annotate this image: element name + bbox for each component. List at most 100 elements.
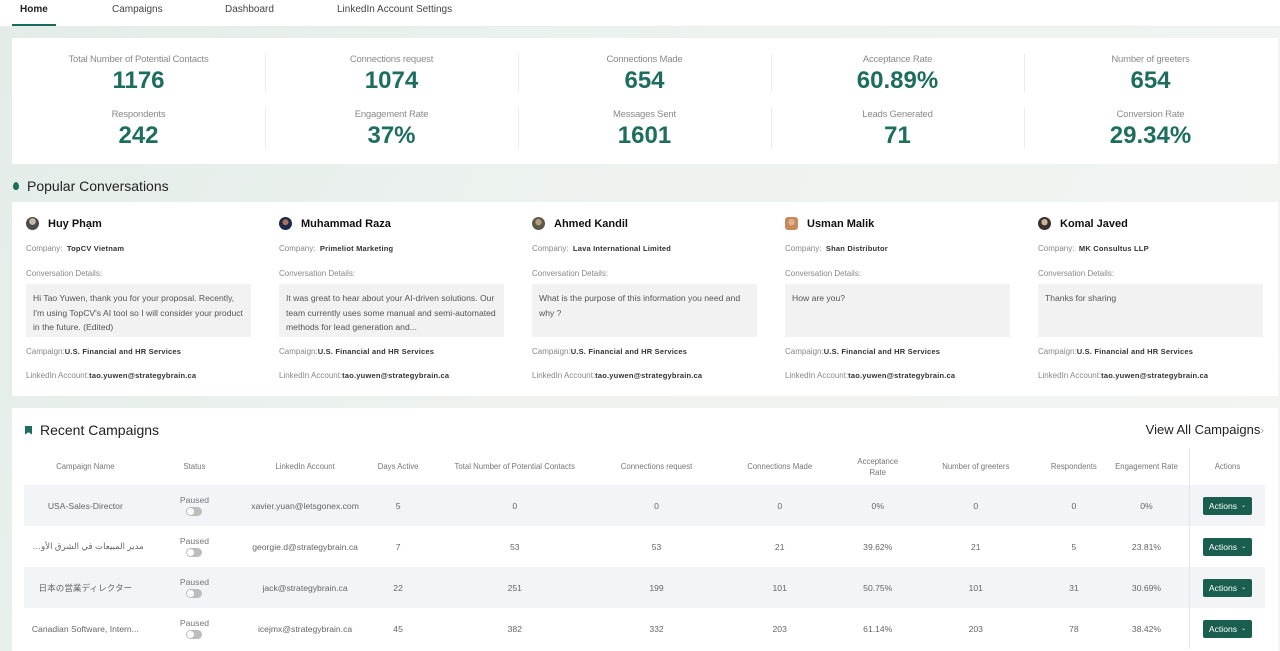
campaign-name[interactable]: 日本の営業ディレクター: [24, 567, 147, 608]
status-toggle[interactable]: [186, 507, 203, 516]
connections-request: 199: [601, 567, 712, 608]
stat-value: 37%: [367, 122, 416, 149]
status-toggle[interactable]: [186, 548, 203, 557]
status-toggle[interactable]: [186, 630, 203, 639]
stat-label: Acceptance Rate: [862, 54, 933, 65]
avatar: [279, 217, 292, 230]
campaign-name[interactable]: Canadian Software, Intern...: [24, 608, 147, 649]
campaign-row: Campaign:U.S. Financial and HR Services: [532, 347, 687, 356]
divider: [771, 108, 772, 148]
column-header[interactable]: Connections Made: [712, 448, 848, 485]
stat-label: Connections Made: [606, 54, 683, 65]
campaign-name[interactable]: USA-Sales-Director: [24, 485, 147, 526]
status-toggle[interactable]: [186, 589, 203, 598]
stat-value: 1176: [112, 67, 165, 94]
stats-panel: Total Number of Potential Contacts 1176 …: [12, 38, 1278, 164]
column-header[interactable]: Campaign Name: [24, 448, 147, 485]
conversation-message: What is the purpose of this information …: [532, 284, 757, 337]
greeters: 203: [968, 623, 983, 634]
acceptance-rate: 39.62%: [863, 541, 893, 552]
table-row[interactable]: مدير المبيعات في الشرق الأوسط... Paused …: [24, 526, 1265, 567]
column-header[interactable]: Days Active: [368, 448, 428, 485]
company-row: Company: TopCV Vietnam: [26, 244, 124, 253]
potential-contacts: 53: [509, 541, 520, 552]
status-text: Paused: [179, 495, 210, 505]
actions-button[interactable]: Actions ⌄: [1202, 619, 1253, 638]
stat-value: 60.89%: [856, 67, 939, 94]
stat-label: Respondents: [111, 109, 166, 120]
company-label: Company:: [1038, 244, 1075, 253]
company-value: Primeliot Marketing: [319, 244, 394, 253]
stat-label: Engagement Rate: [354, 109, 429, 120]
table-row[interactable]: USA-Sales-Director Paused xavier.yuan@le…: [24, 485, 1265, 526]
avatar: [1038, 217, 1051, 230]
actions-button[interactable]: Actions ⌄: [1202, 537, 1253, 556]
chevron-down-icon: ⌄: [1241, 626, 1247, 632]
account-value: tao.yuwen@strategybrain.ca: [595, 371, 703, 380]
divider: [518, 53, 519, 93]
contact-name: Komal Javed: [1060, 217, 1128, 230]
column-header[interactable]: Engagement Rate: [1104, 448, 1189, 485]
status-cell: Paused: [147, 608, 243, 649]
tab-linkedin-account-settings[interactable]: LinkedIn Account Settings: [337, 0, 452, 26]
acceptance-rate: 61.14%: [863, 623, 893, 634]
column-header[interactable]: LinkedIn Account: [242, 448, 368, 485]
campaign-value: U.S. Financial and HR Services: [1076, 347, 1194, 356]
chevron-down-icon: ⌄: [1241, 585, 1247, 591]
status-cell: Paused: [147, 526, 243, 567]
respondents: 5: [1071, 541, 1077, 552]
stat-label: Total Number of Potential Contacts: [68, 54, 209, 65]
tab-dashboard[interactable]: Dashboard: [225, 0, 274, 26]
column-header[interactable]: Number of greeters: [908, 448, 1044, 485]
section-title: Recent Campaigns: [40, 422, 160, 438]
column-header[interactable]: Respondents: [1044, 448, 1104, 485]
account-row: LinkedIn Account:tao.yuwen@strategybrain…: [532, 371, 702, 380]
conversation-details-label: Conversation Details:: [26, 269, 103, 278]
stat-conversion-rate: Conversion Rate 29.34%: [1024, 109, 1277, 150]
account-label: LinkedIn Account:: [532, 371, 596, 380]
campaign-value: U.S. Financial and HR Services: [317, 347, 435, 356]
table-row[interactable]: Canadian Software, Intern... Paused icej…: [24, 608, 1265, 649]
greeters: 0: [907, 485, 1044, 526]
greeters: 21: [971, 541, 981, 552]
campaign-name[interactable]: مدير المبيعات في الشرق الأوسط...: [24, 526, 147, 567]
column-header[interactable]: Connections request: [601, 448, 712, 485]
linkedin-account: icejmx@strategybrain.ca: [257, 623, 353, 634]
stat-value: 1601: [617, 122, 672, 149]
engagement-rate: 38.42%: [1131, 623, 1162, 634]
tab-campaigns[interactable]: Campaigns: [112, 0, 163, 26]
potential-contacts: 251: [428, 567, 602, 608]
campaign-label: Campaign:: [785, 347, 824, 356]
actions-button[interactable]: Actions ⌄: [1202, 496, 1253, 515]
bookmark-icon: [25, 425, 32, 435]
view-all-campaigns-link[interactable]: View All Campaigns›: [1146, 422, 1264, 437]
actions-label: Actions: [1208, 500, 1238, 511]
status-cell: Paused: [146, 567, 243, 608]
account-row: LinkedIn Account:tao.yuwen@strategybrain…: [1038, 371, 1208, 380]
stat-value: 1074: [364, 67, 419, 94]
column-header[interactable]: Total Number of Potential Contacts: [428, 448, 601, 485]
conversation-message: How are you?: [785, 284, 1010, 337]
days-active: 22: [367, 567, 429, 608]
column-header[interactable]: Status: [147, 448, 243, 485]
company-label: Company:: [532, 244, 569, 253]
tab-home[interactable]: Home: [12, 0, 56, 26]
column-header[interactable]: Acceptance Rate: [848, 448, 908, 485]
campaign-row: Campaign:U.S. Financial and HR Services: [785, 347, 940, 356]
view-all-label: View All Campaigns: [1145, 422, 1261, 437]
days-active: 5: [367, 485, 429, 526]
recent-campaigns-panel: Recent Campaigns View All Campaigns› Cam…: [12, 408, 1278, 651]
table-row[interactable]: 日本の営業ディレクター Paused jack@strategybrain.ca…: [24, 567, 1265, 608]
company-label: Company:: [26, 244, 63, 253]
account-row: LinkedIn Account:tao.yuwen@strategybrain…: [26, 371, 196, 380]
stat-label: Conversion Rate: [1116, 109, 1185, 120]
connections-request: 0: [601, 485, 712, 526]
days-active: 45: [393, 623, 403, 634]
column-header: Actions: [1188, 448, 1265, 485]
actions-button[interactable]: Actions ⌄: [1202, 578, 1253, 597]
stat-value: 654: [624, 67, 665, 94]
company-row: Company: Shan Distributor: [785, 244, 888, 253]
status-cell: Paused: [146, 485, 243, 526]
campaigns-table: Campaign Name Status LinkedIn Account Da…: [24, 448, 1265, 649]
divider: [771, 53, 772, 93]
